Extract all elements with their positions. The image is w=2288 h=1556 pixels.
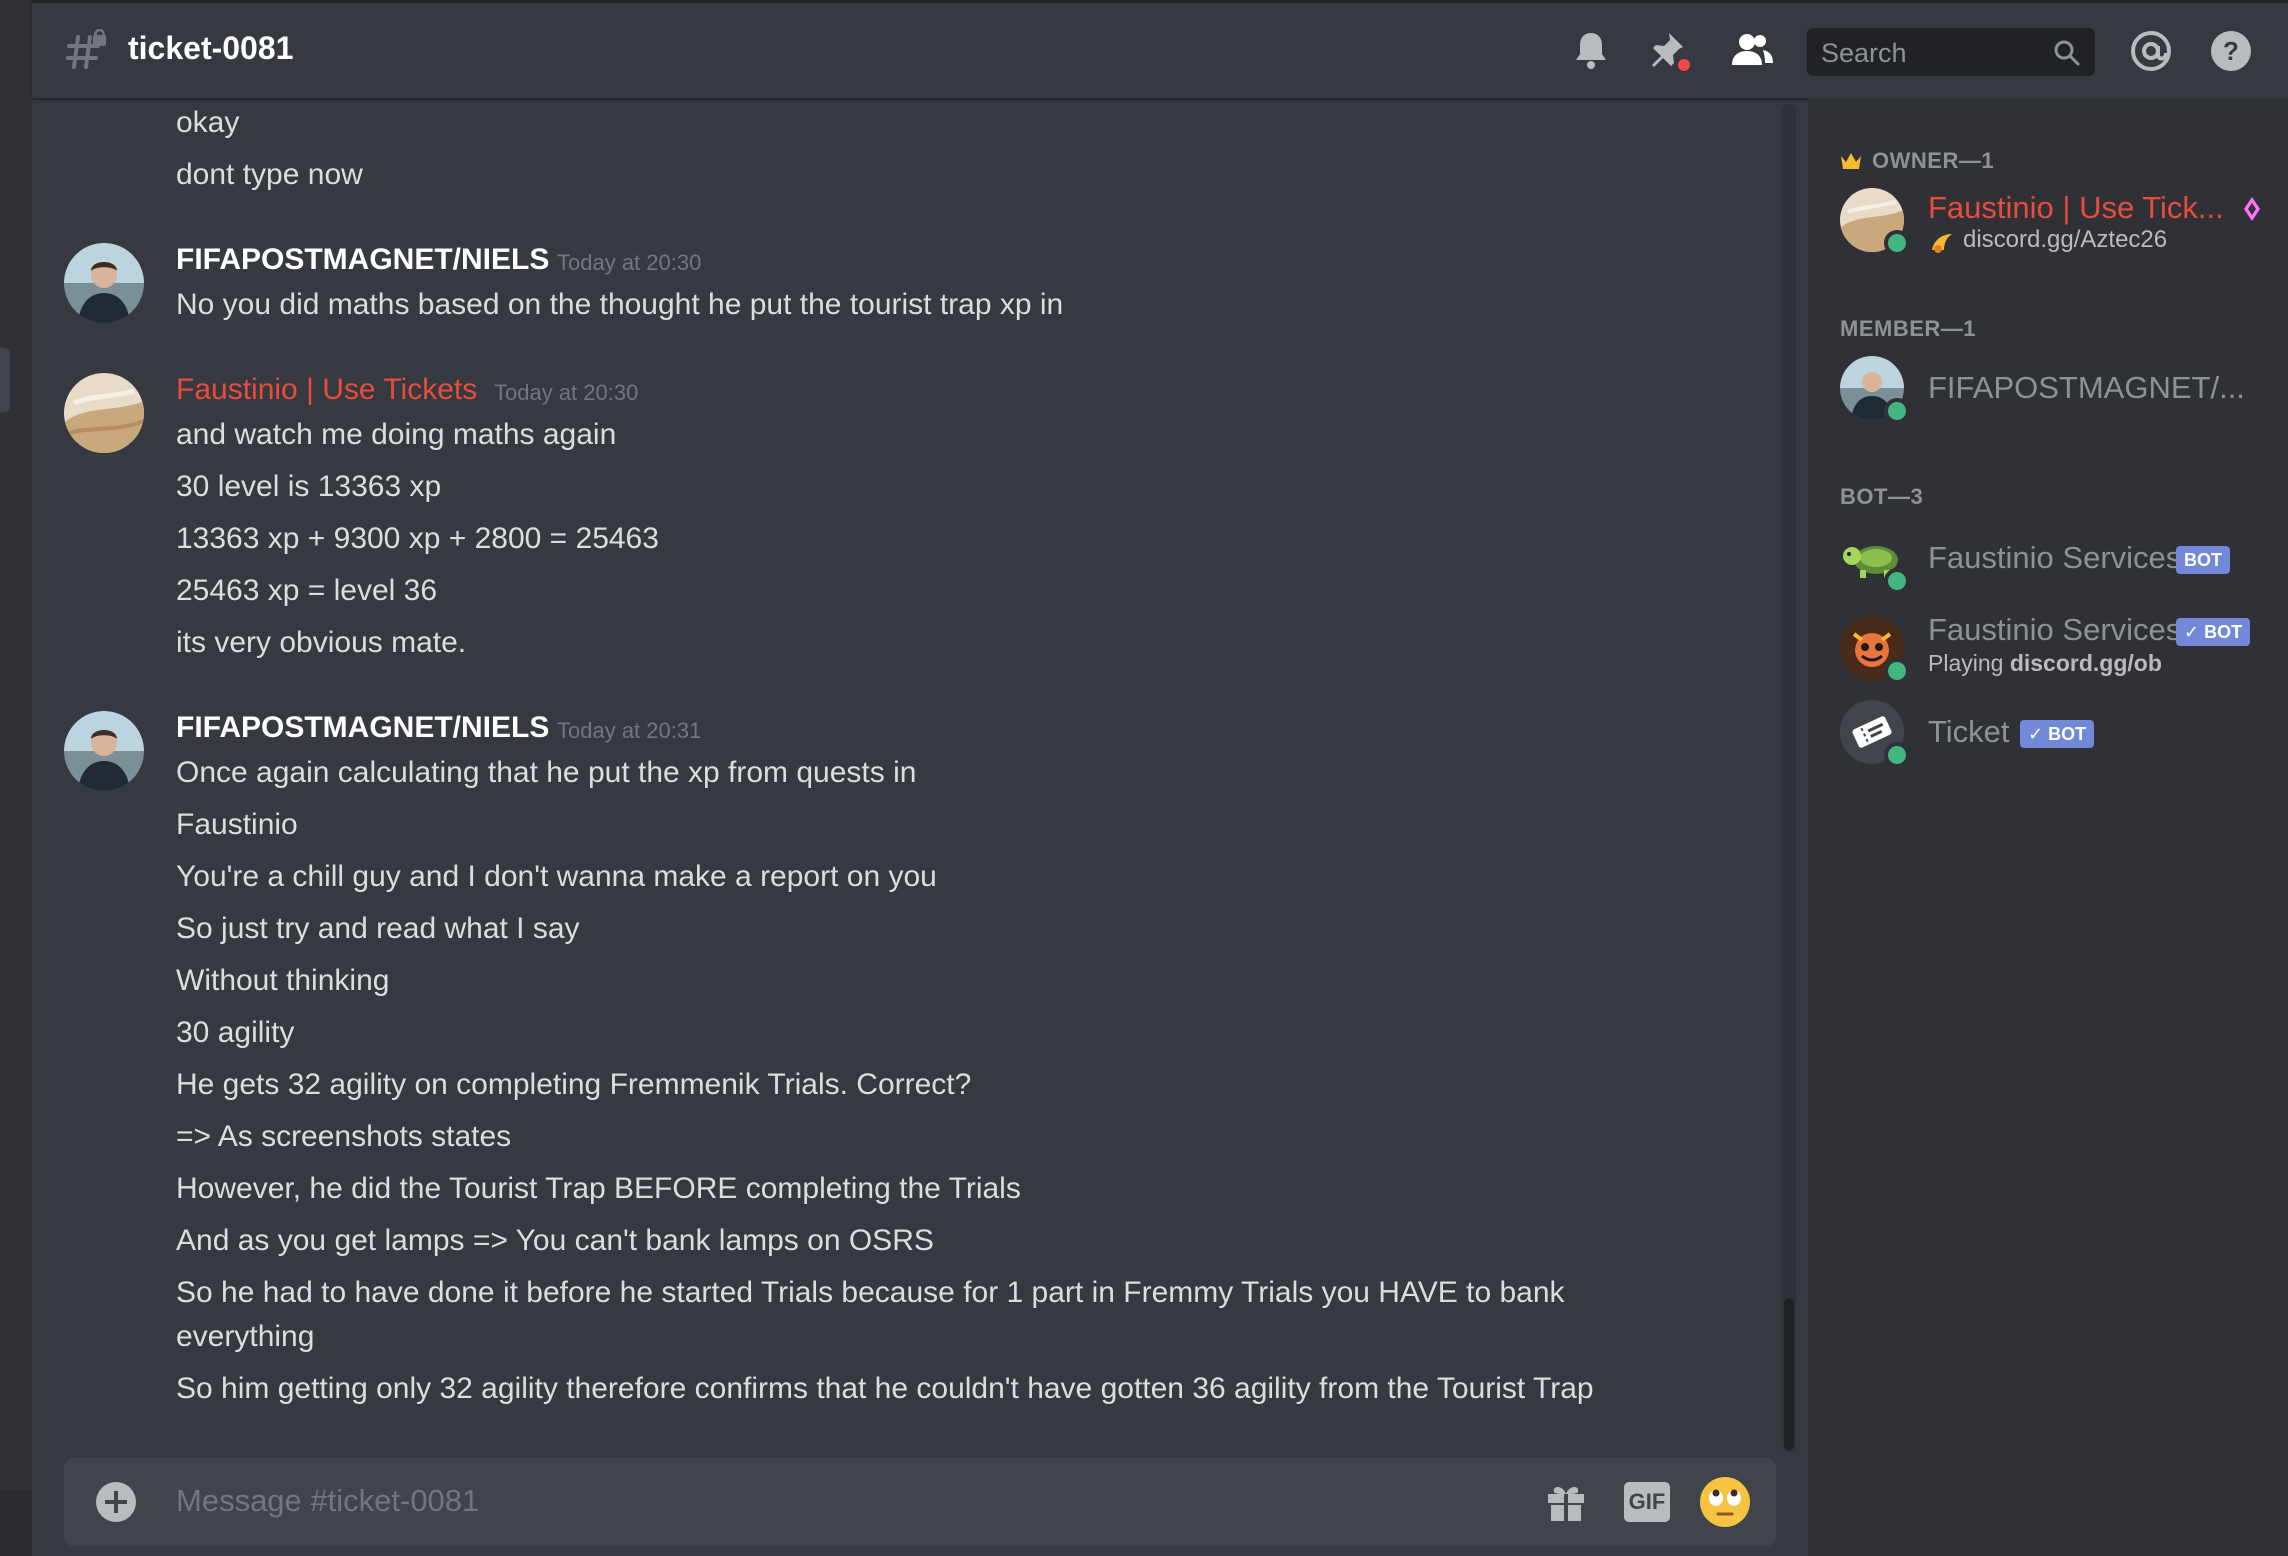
message-line: So he had to have done it before he star… (176, 1276, 1565, 1309)
avatar[interactable] (64, 711, 144, 791)
message-line: So him getting only 32 agility therefore… (176, 1372, 1594, 1405)
owner-section-title: OWNER—1 (1872, 148, 1995, 173)
custom-status-emoji-icon (1932, 234, 1952, 253)
message-timestamp: Today at 20:31 (557, 718, 702, 743)
search-icon (2054, 40, 2080, 66)
activity-prefix: Playing (1928, 650, 2004, 676)
emoji-picker-icon[interactable] (1699, 1476, 1751, 1528)
user-panel-edge (0, 1490, 32, 1556)
verified-check-icon: ✓ (2028, 724, 2044, 744)
member-list-icon[interactable] (1727, 27, 1775, 75)
member-section-title: MEMBER—1 (1840, 316, 1977, 341)
avatar[interactable] (64, 243, 144, 323)
member-name[interactable]: Ticket (1928, 714, 2010, 750)
online-status (1884, 568, 1910, 594)
avatar[interactable] (64, 373, 144, 453)
message-line: okay (176, 106, 240, 139)
message-line: => As screenshots states (176, 1120, 512, 1153)
crown-icon (1841, 153, 1861, 169)
help-icon[interactable]: ? (2207, 27, 2255, 75)
online-status (1884, 230, 1910, 256)
channel-header: ticket-0081 Search ? (32, 0, 2288, 98)
message-username[interactable]: FIFAPOSTMAGNET/NIELS (176, 243, 549, 277)
server-indicator (0, 348, 10, 412)
verified-bot-tag: ✓ BOT (2020, 720, 2095, 748)
bot-tag: BOT (2176, 546, 2230, 574)
online-status (1884, 742, 1910, 768)
message-input[interactable]: Message #ticket-0081 (176, 1483, 479, 1519)
member-custom-status: discord.gg/Aztec26 (1963, 226, 2168, 253)
message-line: No you did maths based on the thought he… (176, 288, 1064, 321)
chat-scrollbar-thumb[interactable] (1784, 1298, 1794, 1450)
message-line: its very obvious mate. (176, 626, 467, 659)
notification-bell-icon[interactable] (1567, 27, 1615, 75)
online-status (1884, 658, 1910, 684)
svg-text:?: ? (2223, 36, 2239, 66)
message-timestamp: Today at 20:30 (557, 250, 702, 275)
message-line: Once again calculating that he put the x… (176, 756, 917, 789)
chat-scrollbar-track[interactable] (1782, 104, 1796, 1452)
bot-tag-label: BOT (2048, 724, 2087, 744)
message-line: However, he did the Tourist Trap BEFORE … (176, 1172, 1021, 1205)
mentions-icon[interactable] (2127, 27, 2175, 75)
nitro-boost-icon (2244, 197, 2260, 221)
bot-section-title: BOT—3 (1840, 484, 1924, 509)
message-line: 30 level is 13363 xp (176, 470, 442, 503)
message-line: and watch me doing maths again (176, 418, 617, 451)
message-line: everything (176, 1320, 315, 1353)
search-placeholder: Search (1821, 38, 1907, 68)
bot-tag-label: BOT (2204, 622, 2243, 642)
server-rail (0, 0, 32, 1556)
message-line: 13363 xp + 9300 xp + 2800 = 25463 (176, 522, 659, 555)
message-line: 30 agility (176, 1016, 295, 1049)
verified-bot-tag: ✓ BOT (2176, 618, 2251, 646)
verified-check-icon: ✓ (2184, 622, 2200, 642)
message-line: And as you get lamps => You can't bank l… (176, 1224, 934, 1257)
member-name[interactable]: Faustinio Services (1928, 540, 2181, 576)
message-line: So just try and read what I say (176, 912, 580, 945)
search-input[interactable]: Search (1807, 28, 2095, 76)
member-activity: Playing discord.gg/ob (1928, 650, 2162, 677)
channel-name: ticket-0081 (128, 30, 294, 66)
message-line: Faustinio (176, 808, 298, 841)
member-list: OWNER—1 Faustinio | Use Tick... discord.… (1808, 98, 2288, 1556)
message-line: You're a chill guy and I don't wanna mak… (176, 860, 937, 893)
message-timestamp: Today at 20:30 (494, 380, 639, 405)
text-channel-locked-icon (66, 29, 106, 69)
member-name[interactable]: Faustinio Services (1928, 612, 2181, 648)
message-list[interactable]: okay dont type now FIFAPOSTMAGNET/NIELS … (32, 98, 1808, 1458)
activity-name: discord.gg/ob (2009, 650, 2162, 676)
gif-button[interactable]: GIF (1624, 1482, 1670, 1522)
member-name[interactable]: Faustinio | Use Tick... (1928, 190, 2224, 226)
message-line: Without thinking (176, 964, 390, 997)
message-line: dont type now (176, 158, 363, 191)
member-name[interactable]: FIFAPOSTMAGNET/... (1928, 370, 2245, 406)
pinned-messages-icon[interactable] (1647, 27, 1695, 75)
message-line: He gets 32 agility on completing Fremmen… (176, 1068, 972, 1101)
message-username[interactable]: Faustinio | Use Tickets (176, 373, 477, 407)
message-composer[interactable]: Message #ticket-0081 GIF (64, 1458, 1776, 1546)
upload-plus-icon[interactable] (96, 1482, 136, 1522)
message-line: 25463 xp = level 36 (176, 574, 438, 607)
online-status (1884, 398, 1910, 424)
gift-icon[interactable] (1544, 1480, 1588, 1524)
message-username[interactable]: FIFAPOSTMAGNET/NIELS (176, 711, 549, 745)
